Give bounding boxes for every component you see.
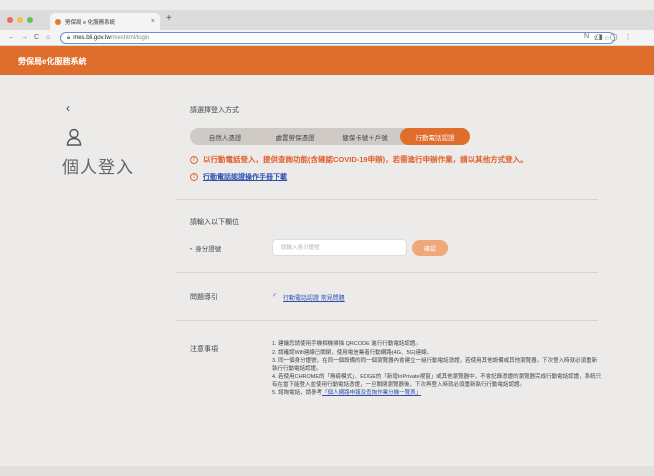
page-bottom xyxy=(0,466,654,476)
person-icon xyxy=(66,128,82,146)
back-nav-icon[interactable]: ← xyxy=(8,32,15,44)
manual-download: ! 行動電話認證操作手冊下載 xyxy=(190,172,287,182)
note-item: 4. 若使用CHROME的「無痕模式」、EDGE的「新增InPrivate視窗」… xyxy=(272,374,602,388)
id-field-label: • 身分證號 xyxy=(190,243,221,253)
page-title: 個人登入 xyxy=(62,158,134,177)
url-text: mes.bli.gov.tw/meshtml/login xyxy=(73,35,150,41)
reload-icon[interactable]: C xyxy=(34,32,39,44)
id-label-text: 身分證號 xyxy=(195,246,222,253)
sidebar-icon[interactable]: ◨ xyxy=(596,33,603,41)
note-item: 2. 請確認Wifi連線已關閉，使用電信業者行動網路(4G、5G)連線。 xyxy=(272,349,433,356)
tab-health-card[interactable]: 健保卡號＋戶號 xyxy=(330,128,400,145)
browser-tab-bar: 勞保局 e 化服務系統 × + xyxy=(0,10,654,30)
browser-toolbar: N ◨ ◯ ⋮ xyxy=(584,33,632,41)
window-controls xyxy=(7,17,33,23)
browser-tab[interactable]: 勞保局 e 化服務系統 × xyxy=(50,13,160,30)
required-mark: • xyxy=(190,246,193,253)
note-item: 1. 建議您請使用手機相機掃描 QRCODE 進行行動電話認證。 xyxy=(272,341,421,347)
minimize-window-button[interactable] xyxy=(17,17,23,23)
note-item: 5. 諮詢電話，請參考「個人網路申報及查詢作業分機一覽表」 xyxy=(272,390,422,396)
divider xyxy=(176,320,598,321)
id-number-input[interactable] xyxy=(272,239,407,256)
note-item: 3. 同一個身分證號，在同一個設備的同一個瀏覽器內會建立一組行動電話憑證，若使用… xyxy=(272,358,598,372)
new-tab-button[interactable]: + xyxy=(166,14,172,24)
divider xyxy=(176,272,598,273)
tab-citizen-certificate[interactable]: 自然人憑證 xyxy=(190,128,260,145)
qa-label: 問題導引 xyxy=(190,294,218,301)
maximize-window-button[interactable] xyxy=(27,17,33,23)
close-tab-icon[interactable]: × xyxy=(151,18,155,25)
site-favicon-icon xyxy=(55,18,61,25)
url-input[interactable]: 🔒︎ mes.bli.gov.tw/meshtml/login ⇪ ☆ xyxy=(60,32,615,44)
input-section-label: 請輸入以下欄位 xyxy=(190,219,239,226)
site-header: 勞保局e化服務系統 xyxy=(0,46,654,75)
notes-list: 1. 建議您請使用手機相機掃描 QRCODE 進行行動電話認證。 2. 請確認W… xyxy=(272,341,602,399)
browser-menu-icon[interactable]: ⋮ xyxy=(625,33,632,41)
mobile-login-notice: ! 以行動電話登入，提供查詢功能(含確認COVID-19申辦)，若需進行申辦作業… xyxy=(190,154,528,165)
notes-label: 注意事項 xyxy=(190,346,218,353)
forward-nav-icon[interactable]: → xyxy=(21,32,28,44)
manual-download-link[interactable]: 行動電話認證操作手冊下載 xyxy=(203,172,287,182)
divider xyxy=(176,199,598,200)
login-method-label: 請選擇登入方式 xyxy=(190,107,239,114)
extension-list-link[interactable]: 「個人網路申報及查詢作業分機一覽表」 xyxy=(322,390,421,396)
notice-text: 以行動電話登入，提供查詢功能(含確認COVID-19申辦)，若需進行申辦作業，請… xyxy=(203,155,528,164)
tab-labor-insurance-certificate[interactable]: 處置勞保憑證 xyxy=(260,128,330,145)
back-arrow-icon[interactable]: ‹ xyxy=(66,101,70,115)
faq-link[interactable]: 行動電話認證 常見問題 xyxy=(283,293,345,302)
browser-address-bar: ← → C ⌂ 🔒︎ mes.bli.gov.tw/meshtml/login … xyxy=(0,30,654,46)
user-link-icon: ♂ xyxy=(272,292,277,299)
confirm-button[interactable]: 確認 xyxy=(412,240,448,256)
site-title[interactable]: 勞保局e化服務系統 xyxy=(18,56,86,67)
close-window-button[interactable] xyxy=(7,17,13,23)
info-icon: ! xyxy=(190,155,198,164)
profile-icon[interactable]: ◯ xyxy=(610,33,618,41)
login-method-tabs: 自然人憑證 處置勞保憑證 健保卡號＋戶號 行動電話認證 xyxy=(190,128,470,145)
tab-mobile-phone[interactable]: 行動電話認證 xyxy=(400,128,470,145)
tab-title: 勞保局 e 化服務系統 xyxy=(65,19,116,26)
lock-icon: 🔒︎ xyxy=(67,34,71,41)
extension-icon[interactable]: N xyxy=(584,33,589,41)
home-icon[interactable]: ⌂ xyxy=(46,32,50,44)
info-icon: ! xyxy=(190,173,198,181)
